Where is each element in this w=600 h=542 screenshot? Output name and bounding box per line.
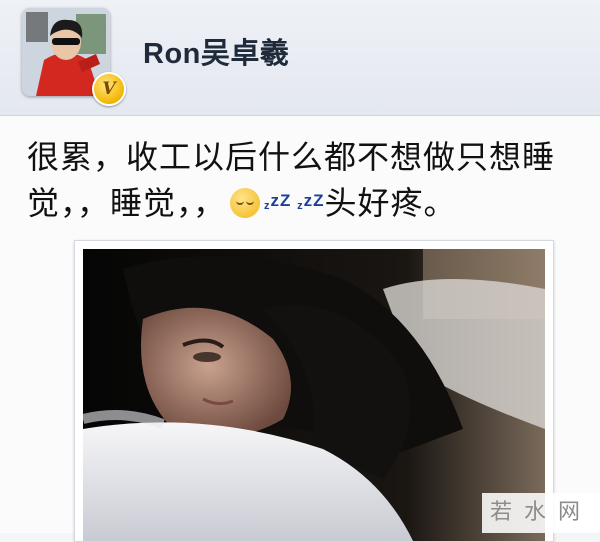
sleeping-woman-photo	[83, 249, 545, 541]
verified-badge-icon: V	[92, 72, 126, 106]
post-text-tail: 头好疼。	[324, 184, 457, 222]
sleepy-face-icon	[230, 188, 261, 218]
post-body: 很累，收工以后什么都不想做只想睡觉，，睡觉，， zzZ zzZ头好疼。 若水网	[0, 116, 600, 542]
zzz-icon: zzZ zzZ	[264, 191, 325, 212]
username[interactable]: Ron吴卓羲	[143, 30, 289, 72]
post-text: 很累，收工以后什么都不想做只想睡觉，，睡觉，， zzZ zzZ头好疼。	[27, 134, 587, 226]
watermark: 若水网	[482, 493, 600, 533]
profile-header: V Ron吴卓羲	[0, 0, 600, 116]
post-photo[interactable]	[83, 249, 545, 541]
